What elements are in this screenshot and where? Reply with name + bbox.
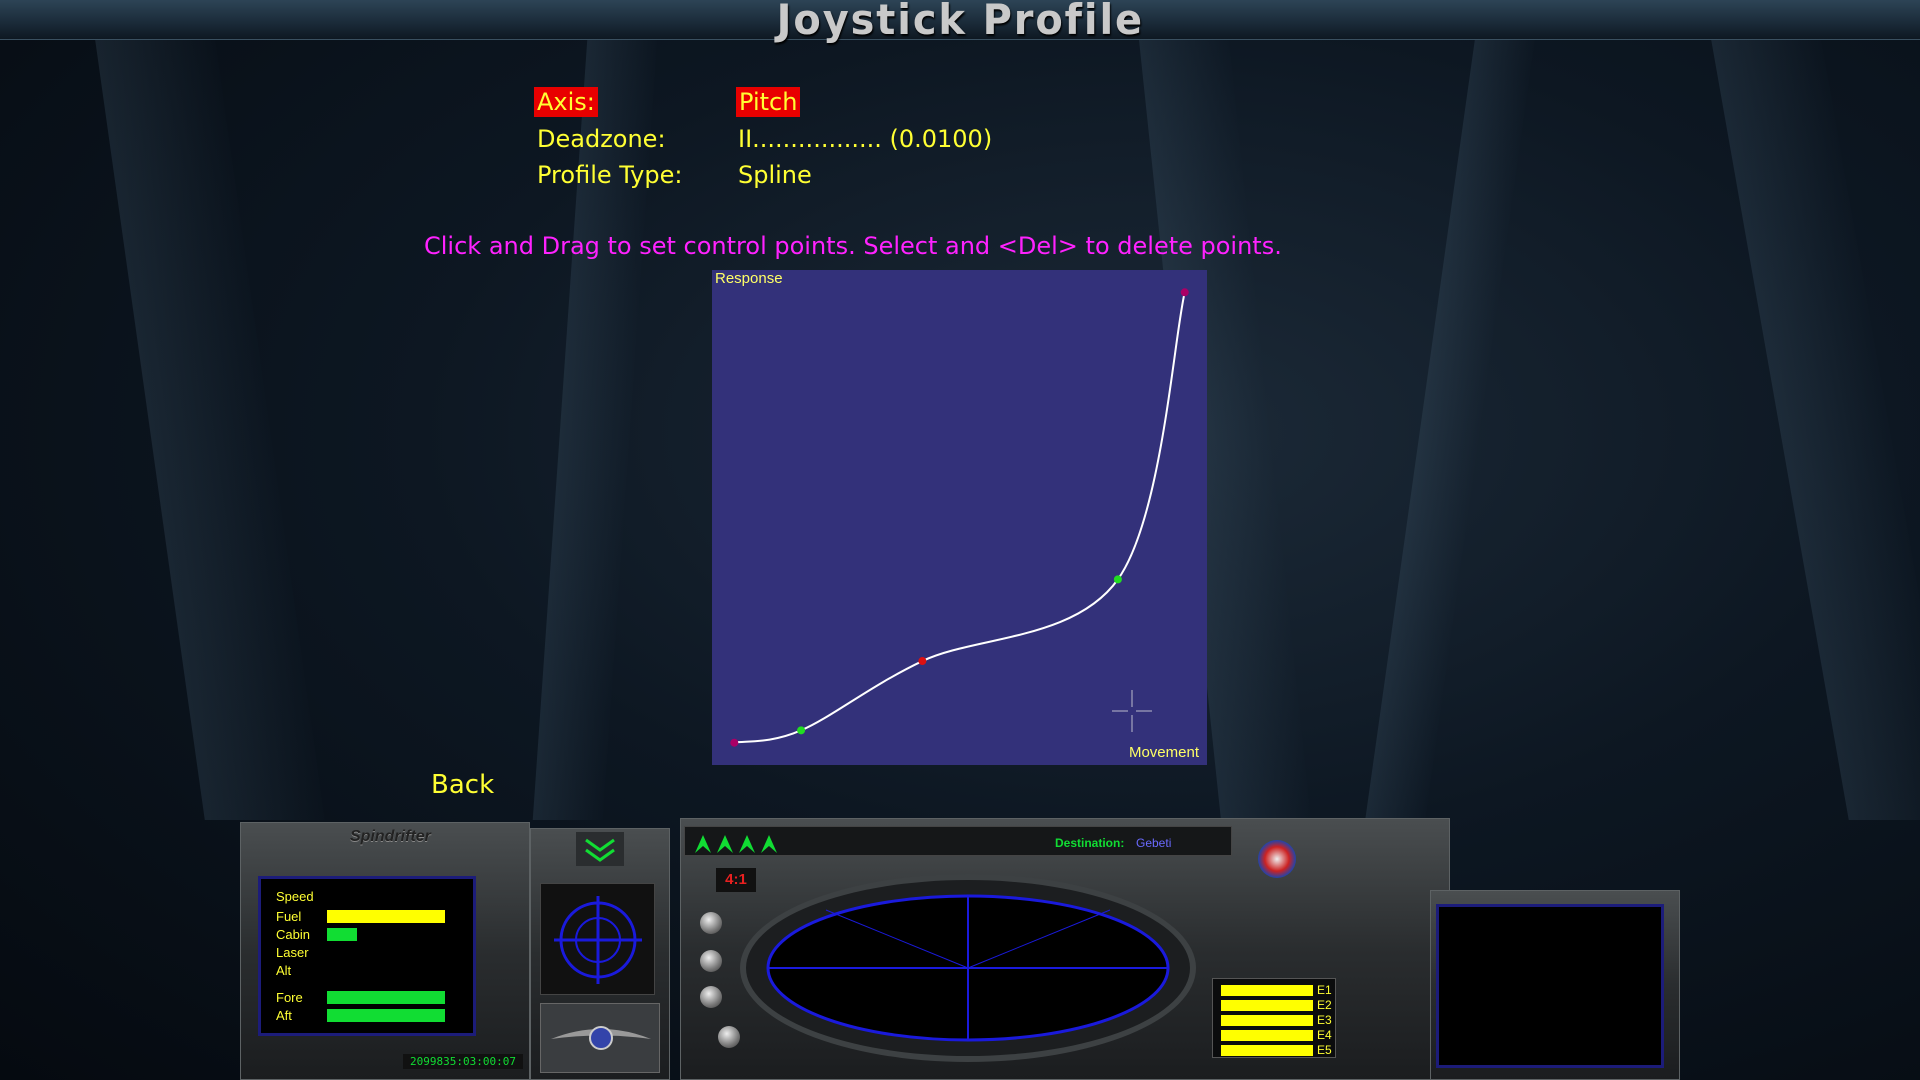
instructions-text: Click and Drag to set control points. Se… — [424, 232, 1282, 260]
cabin-gauge — [327, 928, 357, 941]
alt-label: Alt — [276, 963, 292, 978]
fuel-gauge — [327, 910, 445, 923]
laser-label: Laser — [276, 945, 309, 960]
energy-bar-3 — [1221, 1015, 1313, 1026]
control-point[interactable] — [1113, 575, 1122, 584]
dial-4-icon[interactable] — [718, 1026, 740, 1048]
message-bar: Destination: Gebeti — [684, 826, 1232, 856]
axis-value[interactable]: Pitch — [736, 87, 801, 117]
crew-chevrons-icon — [695, 835, 777, 853]
fore-label: Fore — [276, 990, 303, 1005]
response-curve-editor[interactable]: Response Movement — [712, 270, 1207, 765]
control-point[interactable] — [1180, 288, 1189, 297]
targeting-scope — [540, 883, 655, 995]
energy-bar-4 — [1221, 1030, 1313, 1041]
deadzone-value[interactable]: II................. (0.0100) — [738, 124, 992, 154]
cabin-label: Cabin — [276, 927, 310, 942]
crosshair-cursor-icon — [1112, 690, 1152, 732]
fore-shield-gauge — [327, 991, 445, 1004]
x-axis-label: Movement — [1128, 744, 1199, 761]
back-button[interactable]: Back — [431, 770, 494, 800]
energy-bar-1 — [1221, 985, 1313, 996]
radar-grid-icon — [766, 894, 1170, 1042]
dial-1-icon[interactable] — [700, 912, 722, 934]
destination-label: Destination: — [1055, 836, 1125, 850]
deadzone-label[interactable]: Deadzone: — [537, 124, 666, 154]
aft-shield-gauge — [327, 1009, 445, 1022]
crosshair-icon — [554, 896, 642, 984]
energy-banks: E1 E2 E3 E4 E5 — [1212, 978, 1336, 1058]
profile-type-value[interactable]: Spline — [738, 160, 812, 190]
date-time-readout: 2099835:03:00:07 — [403, 1054, 523, 1069]
status-screen: Speed Fuel Cabin Laser Alt Fore Aft — [258, 876, 476, 1036]
axis-label[interactable]: Axis: — [534, 87, 598, 117]
ship-name: Spindrifter — [350, 828, 431, 845]
speed-label: Speed — [276, 889, 314, 904]
energy-bar-2 — [1221, 1000, 1313, 1011]
chevron-down-icon[interactable] — [576, 832, 624, 866]
comm-screen — [1436, 904, 1664, 1068]
energy-label-4: E4 — [1317, 1028, 1332, 1042]
y-axis-label: Response — [715, 270, 783, 287]
control-point[interactable] — [797, 726, 806, 735]
dial-2-icon[interactable] — [700, 950, 722, 972]
destination-value: Gebeti — [1136, 836, 1172, 850]
energy-label-2: E2 — [1317, 998, 1332, 1012]
cockpit-panel: Spindrifter Speed Fuel Cabin Laser Alt F… — [240, 818, 1680, 1080]
control-point[interactable] — [918, 657, 927, 666]
page-title: Joystick Profile — [776, 0, 1144, 44]
aft-label: Aft — [276, 1008, 292, 1023]
dial-3-icon[interactable] — [700, 986, 722, 1008]
energy-label-5: E5 — [1317, 1043, 1332, 1057]
curve-plot[interactable] — [712, 270, 1207, 765]
control-point[interactable] — [730, 738, 739, 747]
title-bar: Joystick Profile — [0, 0, 1920, 44]
energy-label-1: E1 — [1317, 983, 1332, 997]
radar-scanner — [740, 874, 1196, 1062]
faction-emblem-icon — [1258, 840, 1296, 878]
response-curve — [734, 292, 1186, 744]
energy-bar-5 — [1221, 1045, 1313, 1056]
wing-emblem-icon — [540, 1003, 660, 1073]
profile-type-label[interactable]: Profile Type: — [537, 160, 682, 190]
fuel-label: Fuel — [276, 909, 302, 924]
energy-label-3: E3 — [1317, 1013, 1332, 1027]
